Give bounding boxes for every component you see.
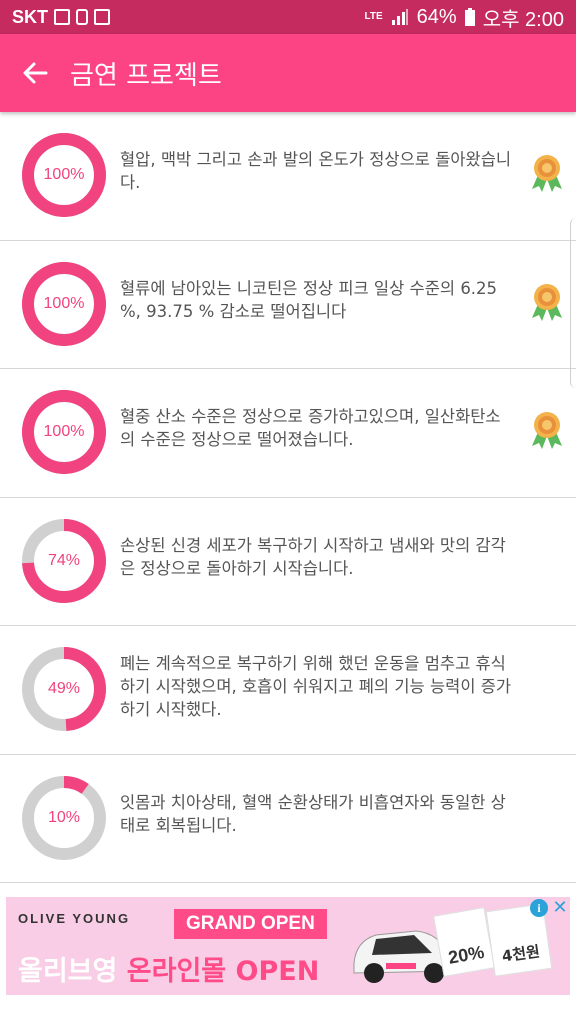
milestone-text: 폐는 계속적으로 복구하기 위해 했던 운동을 멈추고 휴식하기 시작했으며, … [120,654,512,719]
scrollbar[interactable] [570,218,576,388]
progress-ring: 100% [21,261,107,347]
clock: 오후 2:00 [482,8,564,31]
progress-percent: 100% [43,294,85,312]
progress-ring: 10% [21,775,107,861]
notification-s-icon [54,9,70,25]
ad-headline-part3: OPEN [226,956,320,987]
ad-badge: GRAND OPEN [174,909,327,939]
carrier-label: SKT [12,6,48,27]
list-item[interactable]: 74% 손상된 신경 세포가 복구하기 시작하고 냄새와 맛의 감각은 정상으로… [0,498,576,626]
medal-icon [532,155,562,192]
progress-ring: 74% [21,518,107,604]
battery-icon [464,8,475,26]
list-item[interactable]: 100% 혈류에 남아있는 니코틴은 정상 피크 일상 수준의 6.25 %, … [0,241,576,369]
list-item[interactable]: 49% 폐는 계속적으로 복구하기 위해 했던 운동을 멈추고 휴식하기 시작했… [0,626,576,755]
arrow-left-icon [23,62,48,84]
medal-icon [532,283,562,321]
list-item[interactable]: 100% 혈압, 맥박 그리고 손과 발의 온도가 정상으로 돌아왔습니다. [0,112,576,241]
list-item[interactable]: 10% 잇몸과 치아상태, 혈액 순환상태가 비흡연자와 동일한 상태로 회복됩… [0,755,576,883]
progress-percent: 49% [47,680,81,697]
ad-headline-part2: 온라인몰 [126,956,227,987]
milestone-text: 혈중 산소 수준은 정상으로 증가하고있으며, 일산화탄소의 수준은 정상으로 … [120,407,501,449]
milestone-text: 혈류에 남아있는 니코틴은 정상 피크 일상 수준의 6.25 %, 93.75… [120,278,498,321]
progress-ring: 49% [21,646,107,732]
signal-icon [391,9,408,25]
info-icon[interactable]: i [530,899,548,917]
milestone-text: 잇몸과 치아상태, 혈액 순환상태가 비흡연자와 동일한 상태로 회복됩니다. [120,792,506,835]
progress-percent: 100% [43,423,85,440]
progress-percent: 74% [47,551,81,569]
battery-percent: 64% [416,5,457,28]
ad-banner[interactable]: OLIVE YOUNG GRAND OPEN 올리브영 온라인몰 OPEN 20… [6,897,570,995]
ad-headline-part1: 올리브영 [18,956,127,987]
progress-ring: 100% [21,132,107,218]
medal-icon [532,412,562,449]
ad-brand: OLIVE YOUNG [18,911,131,926]
status-bar: SKT LTE 64% 오후 2:00 [0,0,576,34]
milestone-text: 혈압, 맥박 그리고 손과 발의 온도가 정상으로 돌아왔습니다. [120,150,512,192]
milestone-list: 100% 혈압, 맥박 그리고 손과 발의 온도가 정상으로 돌아왔습니다. 1… [0,112,576,883]
milestone-text: 손상된 신경 세포가 복구하기 시작하고 냄새와 맛의 감각은 정상으로 돌아하… [120,535,506,578]
progress-percent: 100% [43,166,85,183]
notification-phone-icon [76,9,88,25]
list-item[interactable]: 100% 혈중 산소 수준은 정상으로 증가하고있으며, 일산화탄소의 수준은 … [0,369,576,498]
progress-ring: 100% [21,389,107,475]
notification-calendar-icon [94,9,110,25]
app-bar: 금연 프로젝트 [0,34,576,112]
close-icon[interactable]: ✕ [551,897,569,917]
network-type: LTE [364,11,383,22]
ad-headline: 올리브영 온라인몰 OPEN [18,949,319,988]
page-title: 금연 프로젝트 [70,60,222,91]
back-button[interactable] [0,34,70,112]
progress-percent: 10% [47,808,81,826]
